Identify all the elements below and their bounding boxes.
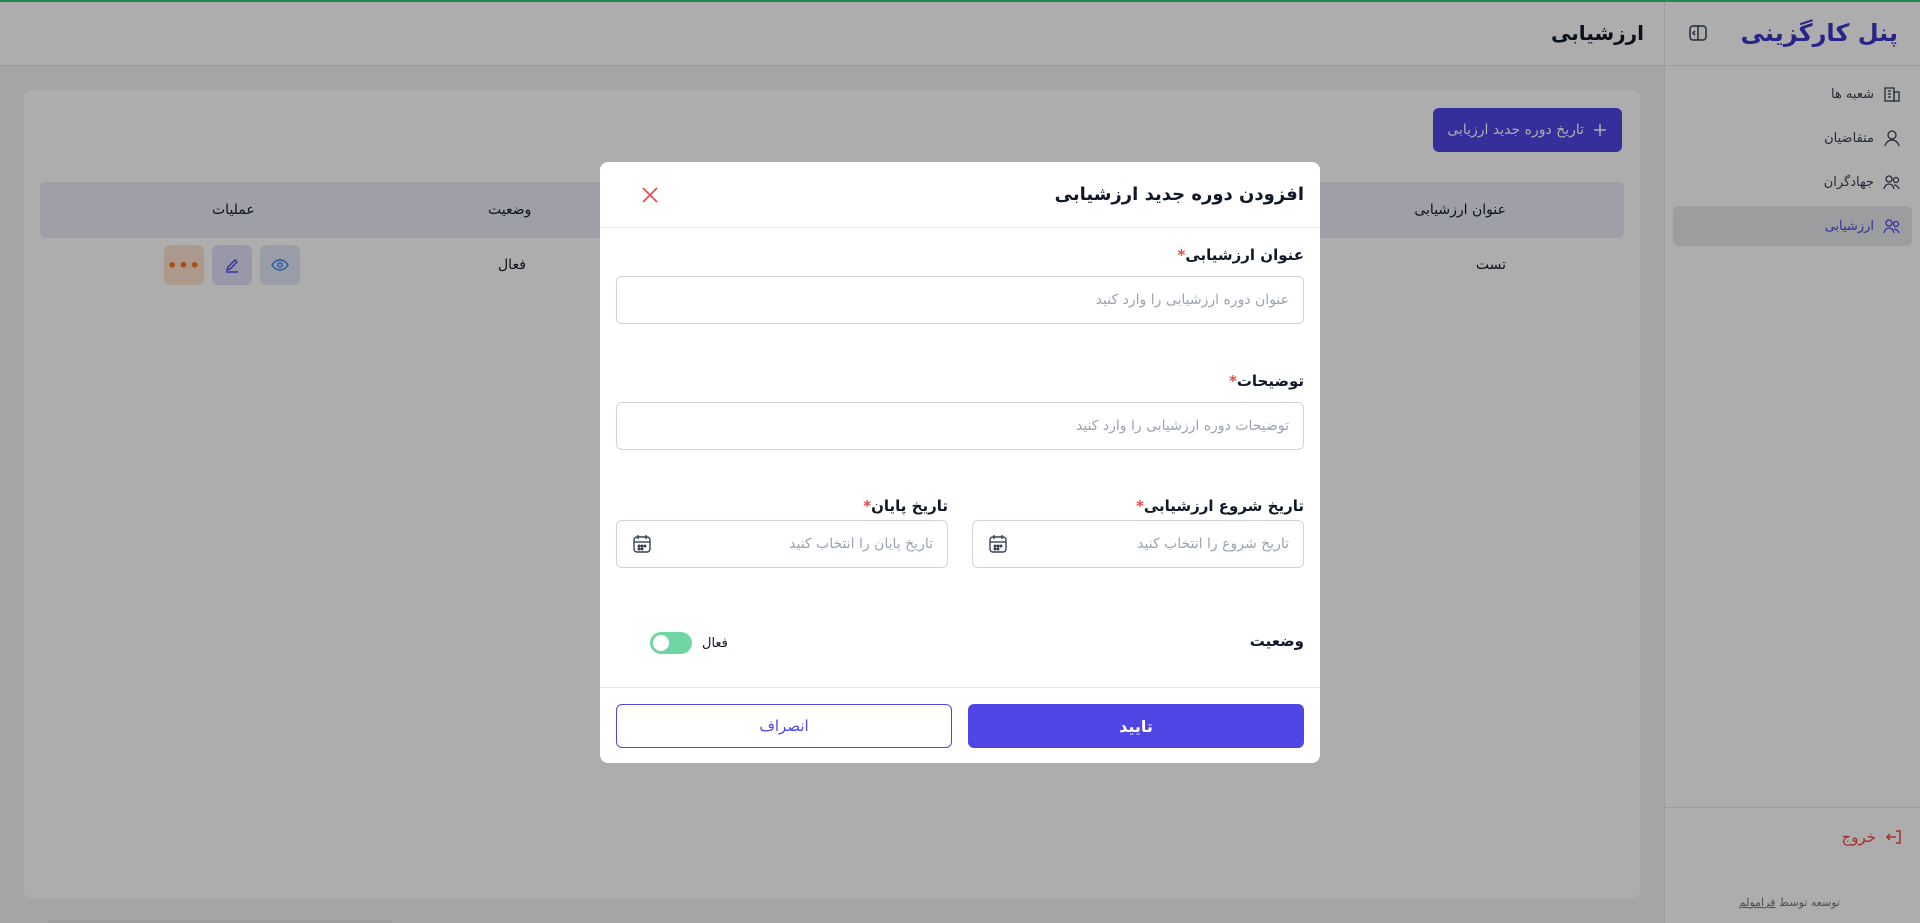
close-icon[interactable] <box>640 185 660 205</box>
confirm-button[interactable]: تایید <box>968 704 1304 748</box>
calendar-icon[interactable] <box>987 533 1009 555</box>
toggle-label: فعال <box>702 635 728 651</box>
status-label: وضعیت <box>1249 632 1304 650</box>
required-mark: * <box>1228 372 1237 390</box>
toggle-knob <box>653 635 669 651</box>
end-date-field-label: تاریخ پایان* <box>863 497 948 515</box>
start-date-label-text: تاریخ شروع ارزشیابی <box>1143 497 1304 515</box>
modal-footer: تایید انصراف <box>600 687 1320 763</box>
title-field-group: عنوان ارزشیابی* <box>1177 246 1304 264</box>
end-date-picker[interactable] <box>616 520 948 568</box>
description-label-text: توضیحات <box>1236 372 1304 390</box>
required-mark: * <box>863 497 872 515</box>
evaluation-description-input[interactable] <box>616 402 1304 450</box>
status-toggle-group: فعال <box>650 632 728 654</box>
add-evaluation-modal: افزودن دوره جدید ارزشیابی عنوان ارزشیابی… <box>600 162 1320 763</box>
start-date-picker[interactable] <box>972 520 1304 568</box>
title-label-text: عنوان ارزشیابی <box>1185 246 1304 264</box>
required-mark: * <box>1135 497 1144 515</box>
modal-header: افزودن دوره جدید ارزشیابی <box>600 162 1320 228</box>
start-date-input[interactable] <box>1029 536 1289 552</box>
description-field-group: توضیحات* <box>1229 372 1304 390</box>
end-date-input[interactable] <box>673 536 933 552</box>
start-date-field-label: تاریخ شروع ارزشیابی* <box>1136 497 1304 515</box>
title-field-label: عنوان ارزشیابی* <box>1177 246 1304 264</box>
evaluation-title-input[interactable] <box>616 276 1304 324</box>
modal-title: افزودن دوره جدید ارزشیابی <box>1054 184 1304 205</box>
end-date-field-group: تاریخ پایان* <box>863 497 948 515</box>
calendar-icon[interactable] <box>631 533 653 555</box>
status-toggle[interactable] <box>650 632 692 654</box>
end-date-label-text: تاریخ پایان <box>871 497 948 515</box>
start-date-field-group: تاریخ شروع ارزشیابی* <box>1136 497 1304 515</box>
description-field-label: توضیحات* <box>1229 372 1304 390</box>
cancel-button[interactable]: انصراف <box>616 704 952 748</box>
